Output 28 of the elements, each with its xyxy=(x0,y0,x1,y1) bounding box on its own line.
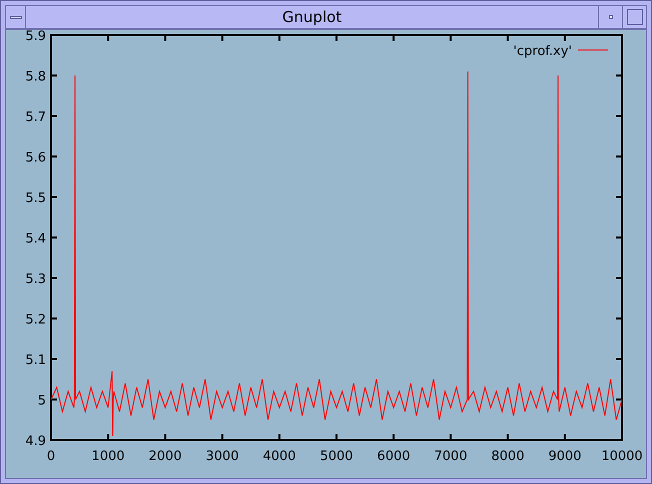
x-tick-label: 3000 xyxy=(206,449,239,464)
window-title: Gnuplot xyxy=(281,7,343,28)
x-tick-label: 9000 xyxy=(548,449,582,464)
y-tick-label: 5.5 xyxy=(25,191,46,206)
legend-label: 'cprof.xy' xyxy=(513,44,572,59)
maximize-icon xyxy=(626,9,642,25)
x-tick-label: 6000 xyxy=(377,449,410,464)
x-tick-label: 1000 xyxy=(92,449,125,464)
y-tick-label: 5.9 xyxy=(25,30,46,44)
minimize-icon xyxy=(608,15,612,19)
x-tick-label: 0 xyxy=(46,449,56,464)
y-tick-label: 5 xyxy=(38,394,46,408)
y-tick-label: 5.1 xyxy=(25,353,46,368)
x-tick-label: 7000 xyxy=(434,449,468,464)
x-tick-label: 8000 xyxy=(491,449,524,464)
y-tick-label: 5.7 xyxy=(25,110,46,125)
y-tick-label: 5.4 xyxy=(25,232,46,246)
y-tick-label: 5.3 xyxy=(25,272,46,287)
y-tick-label: 4.9 xyxy=(25,434,46,449)
y-tick-label: 5.8 xyxy=(25,70,46,84)
y-tick-label: 5.6 xyxy=(25,150,46,166)
menu-bar-icon xyxy=(10,16,22,18)
x-tick-label: 2000 xyxy=(148,449,182,464)
y-tick-label: 5.2 xyxy=(25,312,46,328)
x-tick-label: 5000 xyxy=(320,449,354,464)
x-tick-label: 10000 xyxy=(601,449,643,464)
x-tick-label: 4000 xyxy=(262,449,296,464)
maximize-button[interactable] xyxy=(622,6,646,28)
